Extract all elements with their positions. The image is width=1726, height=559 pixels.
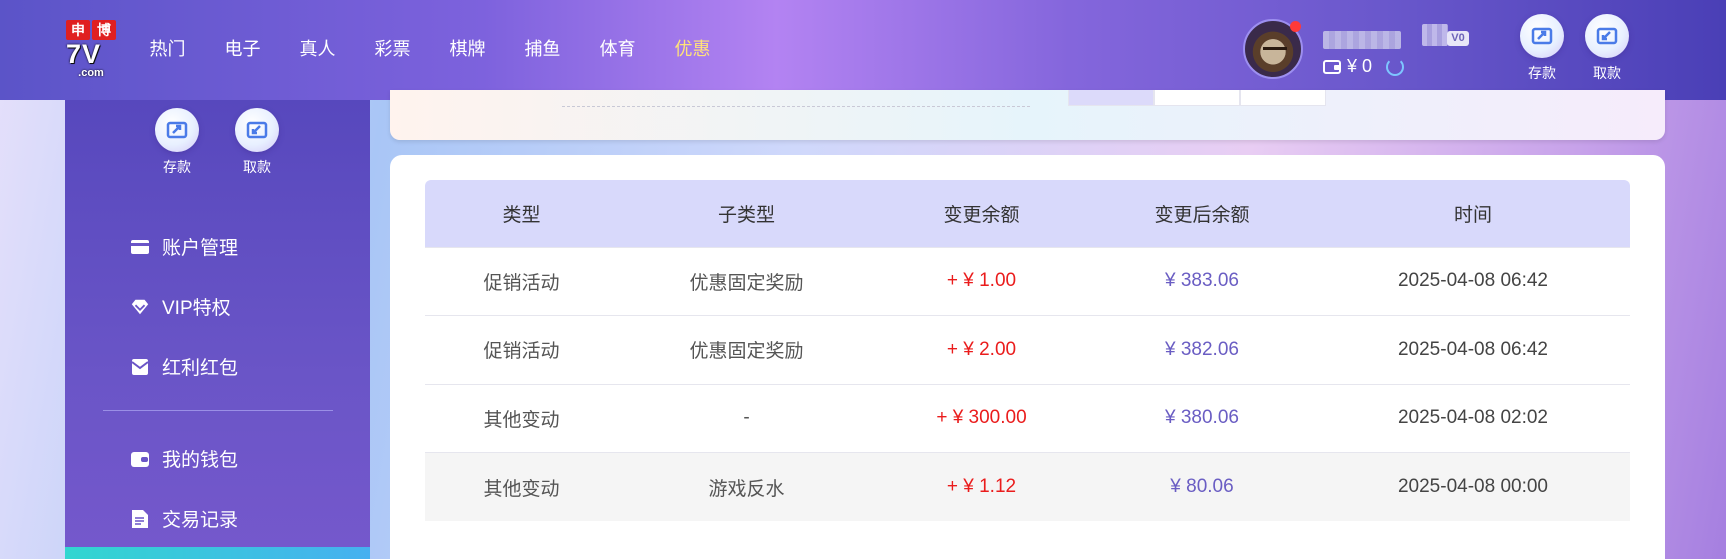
balance-amount: ¥ 0 <box>1347 56 1373 76</box>
cell-subtype: - <box>618 383 875 453</box>
sidebar-item-wallet[interactable]: 我的钱包 <box>130 445 238 472</box>
sidebar-deposit-label: 存款 <box>163 159 191 175</box>
sidebar-item-account[interactable]: 账户管理 <box>130 233 238 260</box>
avatar[interactable] <box>1243 19 1303 79</box>
withdraw-icon <box>1585 14 1629 58</box>
sidebar-item-vip[interactable]: VIP特权 <box>130 293 231 320</box>
nav-item-lottery[interactable]: 彩票 <box>355 34 430 64</box>
cell-subtype: 游戏反水 <box>618 452 875 521</box>
sidebar-item-label: 账户管理 <box>162 238 239 259</box>
nav-item-live[interactable]: 真人 <box>280 34 355 64</box>
column-header-change: 变更余额 <box>943 204 1020 226</box>
header-deposit-label: 存款 <box>1528 65 1556 81</box>
dashed-divider <box>562 106 1030 107</box>
sidebar-item-label: 我的钱包 <box>162 450 239 471</box>
refresh-icon[interactable] <box>1386 57 1405 76</box>
document-icon <box>130 509 150 529</box>
nav-item-hot[interactable]: 热门 <box>130 34 205 64</box>
balance-display: ¥ 0 <box>1323 56 1405 77</box>
cell-change: + ¥ 2.00 <box>875 315 1088 384</box>
filter-tab[interactable] <box>1068 90 1154 106</box>
logo-main: 7V <box>66 39 102 69</box>
table-row: 其他变动 游戏反水 + ¥ 1.12 ¥ 80.06 2025-04-08 00… <box>425 452 1630 521</box>
nav-item-sports[interactable]: 体育 <box>580 34 655 64</box>
cell-after: ¥ 382.06 <box>1088 315 1316 384</box>
cell-change: + ¥ 300.00 <box>875 383 1088 453</box>
table-row: 促销活动 优惠固定奖励 + ¥ 1.00 ¥ 383.06 2025-04-08… <box>425 246 1630 316</box>
filter-tab[interactable] <box>1154 90 1240 106</box>
card-icon <box>130 237 150 257</box>
main-nav: 热门 电子 真人 彩票 棋牌 捕鱼 体育 优惠 <box>130 34 730 64</box>
cell-after: ¥ 380.06 <box>1088 383 1316 453</box>
top-header: 申 博 7V .com 热门 电子 真人 彩票 棋牌 捕鱼 体育 优惠 V0 ¥… <box>0 0 1726 100</box>
filter-card <box>390 90 1665 140</box>
column-header-subtype: 子类型 <box>717 204 775 226</box>
column-header-time: 时间 <box>1453 204 1492 226</box>
table-row: 其他变动 - + ¥ 300.00 ¥ 380.06 2025-04-08 02… <box>425 383 1630 453</box>
sidebar-item-transactions[interactable]: 交易记录 <box>130 505 238 532</box>
cell-time: 2025-04-08 02:02 <box>1316 383 1630 453</box>
sidebar-active-indicator <box>65 547 370 559</box>
header-withdraw-label: 取款 <box>1593 65 1621 81</box>
withdraw-icon <box>235 108 279 152</box>
column-header-after: 变更后余额 <box>1154 204 1250 226</box>
filter-tab[interactable] <box>1240 90 1326 106</box>
cell-type: 促销活动 <box>425 246 618 316</box>
site-logo[interactable]: 申 博 7V .com <box>66 20 116 79</box>
logo-char-right: 博 <box>92 20 116 40</box>
deposit-icon <box>155 108 199 152</box>
nav-item-slots[interactable]: 电子 <box>205 34 280 64</box>
sidebar-divider <box>103 410 333 411</box>
cell-after: ¥ 80.06 <box>1088 452 1316 521</box>
nav-item-promotions[interactable]: 优惠 <box>655 34 730 64</box>
wallet-icon <box>1323 59 1341 74</box>
transactions-card: 类型 子类型 变更余额 变更后余额 时间 促销活动 优惠固定奖励 + ¥ 1.0… <box>390 155 1665 559</box>
sidebar-item-label: 交易记录 <box>162 510 239 531</box>
header-deposit-button[interactable]: 存款 <box>1512 14 1572 83</box>
wallet-icon <box>130 449 150 469</box>
envelope-icon <box>130 357 150 377</box>
cell-time: 2025-04-08 06:42 <box>1316 246 1630 316</box>
deposit-icon <box>1520 14 1564 58</box>
avatar-face <box>1263 47 1287 53</box>
nav-item-fishing[interactable]: 捕鱼 <box>505 34 580 64</box>
table-header-row: 类型 子类型 变更余额 变更后余额 时间 <box>425 180 1630 247</box>
cell-type: 其他变动 <box>425 452 618 521</box>
cell-change: + ¥ 1.12 <box>875 452 1088 521</box>
cell-type: 促销活动 <box>425 315 618 384</box>
column-header-type: 类型 <box>502 204 541 226</box>
header-withdraw-button[interactable]: 取款 <box>1577 14 1637 83</box>
logo-sub: .com <box>78 67 104 79</box>
cell-subtype: 优惠固定奖励 <box>618 246 875 316</box>
cell-type: 其他变动 <box>425 383 618 453</box>
cell-time: 2025-04-08 06:42 <box>1316 315 1630 384</box>
nav-item-cards[interactable]: 棋牌 <box>430 34 505 64</box>
sidebar-item-bonus[interactable]: 红利红包 <box>130 353 238 380</box>
table-row: 促销活动 优惠固定奖励 + ¥ 2.00 ¥ 382.06 2025-04-08… <box>425 315 1630 384</box>
sidebar-item-label: VIP特权 <box>162 298 231 319</box>
filter-tabs <box>1068 90 1326 106</box>
transactions-table: 类型 子类型 变更余额 变更后余额 时间 促销活动 优惠固定奖励 + ¥ 1.0… <box>425 180 1630 521</box>
sidebar: 存款 取款 账户管理 VIP特权 红利红包 我的钱包 交易记录 <box>65 100 370 559</box>
sidebar-withdraw-button[interactable]: 取款 <box>222 108 292 177</box>
cell-time: 2025-04-08 00:00 <box>1316 452 1630 521</box>
diamond-icon <box>130 297 150 317</box>
vip-badge: V0 <box>1447 31 1469 46</box>
sidebar-withdraw-label: 取款 <box>243 159 271 175</box>
cell-change: + ¥ 1.00 <box>875 246 1088 316</box>
cell-subtype: 优惠固定奖励 <box>618 315 875 384</box>
username-masked <box>1323 31 1401 49</box>
logo-char-left: 申 <box>66 20 90 40</box>
cell-after: ¥ 383.06 <box>1088 246 1316 316</box>
sidebar-deposit-button[interactable]: 存款 <box>142 108 212 177</box>
sidebar-item-label: 红利红包 <box>162 358 239 379</box>
username-masked-2 <box>1422 24 1448 46</box>
notification-dot <box>1290 21 1301 32</box>
